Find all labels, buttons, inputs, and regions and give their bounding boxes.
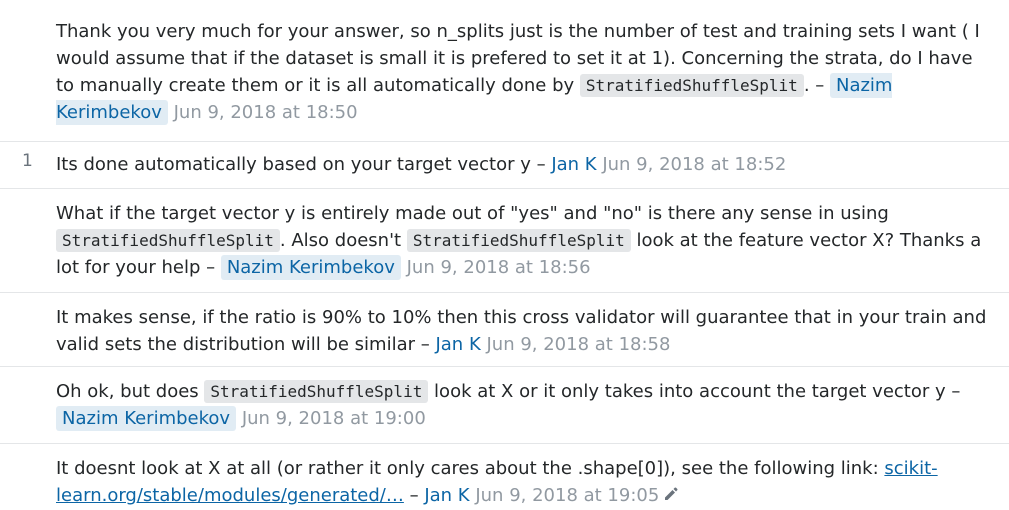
- comment-text: It doesnt look at X at all (or rather it…: [56, 458, 885, 479]
- comment-score: [0, 455, 56, 505]
- inline-code: StratifiedShuffleSplit: [406, 229, 631, 252]
- comment-text: . –: [803, 75, 830, 96]
- comment-body: Thank you very much for your answer, so …: [56, 18, 1009, 141]
- comment-date[interactable]: Jun 9, 2018 at 18:58: [486, 334, 670, 355]
- inline-code: StratifiedShuffleSplit: [204, 380, 429, 403]
- comment-date[interactable]: Jun 9, 2018 at 19:00: [242, 408, 426, 429]
- comment-user-link[interactable]: Jan K: [424, 485, 469, 506]
- comment-text: –: [403, 485, 425, 506]
- comment-score: 1: [22, 151, 33, 171]
- comment-text: Its done automatically based on your tar…: [56, 154, 552, 175]
- comment-body: It doesnt look at X at all (or rather it…: [56, 455, 1009, 506]
- comment-body: Its done automatically based on your tar…: [56, 151, 1009, 188]
- comment-user-link[interactable]: Nazim Kerimbekov: [220, 255, 401, 280]
- comment-text: look at X or it only takes into account …: [428, 381, 961, 402]
- comment-date[interactable]: Jun 9, 2018 at 18:56: [407, 257, 591, 278]
- comment-body: Oh ok, but does StratifiedShuffleSplit l…: [56, 378, 1009, 443]
- inline-code: StratifiedShuffleSplit: [579, 74, 804, 97]
- comment-date[interactable]: Jun 9, 2018 at 18:50: [174, 102, 358, 123]
- comment: It makes sense, if the ratio is 90% to 1…: [0, 293, 1009, 367]
- comment-body: It makes sense, if the ratio is 90% to 1…: [56, 304, 1009, 366]
- comment-date[interactable]: Jun 9, 2018 at 19:05: [475, 485, 659, 506]
- pencil-icon[interactable]: [663, 483, 679, 510]
- comment-score: [0, 304, 56, 366]
- comment: 1 Its done automatically based on your t…: [0, 142, 1009, 189]
- comment: Oh ok, but does StratifiedShuffleSplit l…: [0, 367, 1009, 444]
- comment-text: . Also doesn't: [279, 230, 407, 251]
- comment-user-link[interactable]: Jan K: [435, 334, 480, 355]
- comment-user-link[interactable]: Nazim Kerimbekov: [56, 406, 237, 431]
- comment-text: What if the target vector y is entirely …: [56, 203, 889, 224]
- comment-score: [0, 18, 56, 141]
- comment: Thank you very much for your answer, so …: [0, 0, 1009, 142]
- comment: It doesnt look at X at all (or rather it…: [0, 444, 1009, 506]
- comment-score: [0, 378, 56, 443]
- comment-body: What if the target vector y is entirely …: [56, 200, 1009, 292]
- comment-list: Thank you very much for your answer, so …: [0, 0, 1009, 506]
- comment-user-link[interactable]: Jan K: [551, 154, 596, 175]
- comment: What if the target vector y is entirely …: [0, 189, 1009, 293]
- inline-code: StratifiedShuffleSplit: [56, 229, 280, 252]
- comment-score: [0, 200, 56, 292]
- comment-date[interactable]: Jun 9, 2018 at 18:52: [602, 154, 786, 175]
- comment-text: Oh ok, but does: [56, 381, 205, 402]
